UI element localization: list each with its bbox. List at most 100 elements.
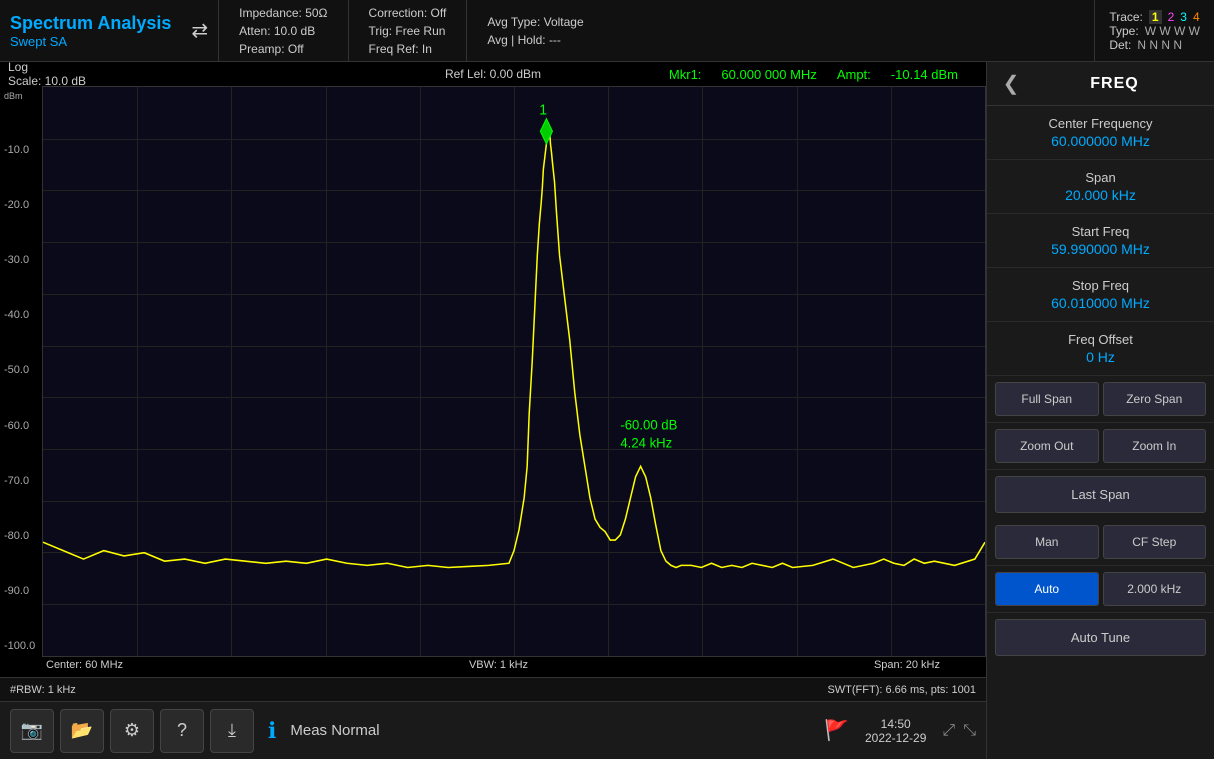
annotation-khz: 4.24 kHz xyxy=(620,435,672,450)
man-button[interactable]: Man xyxy=(995,525,1099,559)
zero-span-button[interactable]: Zero Span xyxy=(1103,382,1207,416)
trace-3: 3 xyxy=(1180,10,1187,24)
panel-title: FREQ xyxy=(1025,75,1204,93)
help-button[interactable]: ? xyxy=(160,709,204,753)
man-auto-row: Man CF Step xyxy=(987,519,1214,566)
settings-button[interactable]: ⚙ xyxy=(110,709,154,753)
scale-type: Log xyxy=(8,62,28,74)
sub-name: Swept SA xyxy=(10,34,171,49)
resize-icon: ⤡ xyxy=(963,722,976,740)
freq-offset-item[interactable]: Freq Offset 0 Hz xyxy=(987,322,1214,376)
panel-back-button[interactable]: ❮ xyxy=(997,70,1025,98)
ampt-label: Ampt: xyxy=(837,67,871,82)
trace-label: Trace: xyxy=(1109,10,1143,24)
sync-icon: ⇄ xyxy=(181,0,218,61)
cf-step-value: 2.000 kHz xyxy=(1103,572,1207,606)
marker-1-label: 1 xyxy=(539,102,547,118)
meas-normal-label: Meas Normal xyxy=(290,722,379,739)
freq-offset-label: Freq Offset xyxy=(999,332,1202,347)
y-label-80: -80.0 xyxy=(4,530,38,542)
date-display: 2022-12-29 xyxy=(865,731,926,745)
download-button[interactable]: ⤓ xyxy=(210,709,254,753)
auto-value-row: Auto 2.000 kHz xyxy=(987,566,1214,613)
preamp-label: Preamp: Off xyxy=(239,40,327,58)
chart-scale-type: Log Scale: 10.0 dB xyxy=(8,62,86,88)
y-label-30: -30.0 xyxy=(4,254,38,266)
trig-label: Trig: Free Run xyxy=(369,22,447,40)
center-freq-item[interactable]: Center Frequency 60.000000 MHz xyxy=(987,106,1214,160)
span-label: Span xyxy=(999,170,1202,185)
top-header: Spectrum Analysis Swept SA ⇄ Impedance: … xyxy=(0,0,1214,62)
full-span-button[interactable]: Full Span xyxy=(995,382,1099,416)
freq-ref-label: Freq Ref: In xyxy=(369,40,447,58)
trace-4: 4 xyxy=(1193,10,1200,24)
center-freq-value: 60.000000 MHz xyxy=(999,133,1202,149)
freq-offset-value: 0 Hz xyxy=(999,349,1202,365)
cf-step-label: CF Step xyxy=(1103,525,1207,559)
span-label: Span: 20 kHz xyxy=(874,659,940,675)
spectrum-svg: 1 -60.00 dB 4.24 kHz xyxy=(43,87,985,656)
folder-button[interactable]: 📂 xyxy=(60,709,104,753)
rbw-label: #RBW: 1 kHz xyxy=(10,684,76,696)
chart-bottom-bar: Center: 60 MHz VBW: 1 kHz Span: 20 kHz xyxy=(0,657,986,677)
chart-plot: 1 -60.00 dB 4.24 kHz xyxy=(42,86,986,657)
span-value: 20.000 kHz xyxy=(999,187,1202,203)
span-buttons-row: Full Span Zero Span xyxy=(987,376,1214,423)
zoom-out-button[interactable]: Zoom Out xyxy=(995,429,1099,463)
y-label-20: -20.0 xyxy=(4,199,38,211)
stop-freq-item[interactable]: Stop Freq 60.010000 MHz xyxy=(987,268,1214,322)
chart-plot-wrapper: dBm -10.0 -20.0 -30.0 -40.0 -50.0 -60.0 … xyxy=(0,86,986,657)
start-freq-label: Start Freq xyxy=(999,224,1202,239)
trace-section: Trace: 1 2 3 4 Type: W W W W Det: N N N … xyxy=(1094,0,1214,61)
toolbar: 📷 📂 ⚙ ? ⤓ ℹ Meas Normal 🚩 14:50 2022-12-… xyxy=(0,701,986,759)
spectrum-trace xyxy=(43,127,985,567)
start-freq-item[interactable]: Start Freq 59.990000 MHz xyxy=(987,214,1214,268)
last-span-button[interactable]: Last Span xyxy=(995,476,1206,513)
y-label-70: -70.0 xyxy=(4,475,38,487)
annotation-db: -60.00 dB xyxy=(620,417,677,432)
resize-icons: ⤢ ⤡ xyxy=(942,722,976,740)
ampt-value: -10.14 dBm xyxy=(891,67,958,82)
status-bar: #RBW: 1 kHz SWT(FFT): 6.66 ms, pts: 1001 xyxy=(0,677,986,701)
type-label: Type: xyxy=(1109,24,1138,38)
y-axis: dBm -10.0 -20.0 -30.0 -40.0 -50.0 -60.0 … xyxy=(0,86,42,657)
center-freq-label: Center Frequency xyxy=(999,116,1202,131)
mkr1-freq: 60.000 000 MHz xyxy=(721,67,816,82)
y-label-50: -50.0 xyxy=(4,364,38,376)
start-freq-value: 59.990000 MHz xyxy=(999,241,1202,257)
trace-1: 1 xyxy=(1149,10,1162,24)
atten-label: Atten: 10.0 dB xyxy=(239,22,327,40)
app-name: Spectrum Analysis xyxy=(10,13,171,34)
span-item[interactable]: Span 20.000 kHz xyxy=(987,160,1214,214)
impedance-section: Impedance: 50Ω Atten: 10.0 dB Preamp: Of… xyxy=(218,0,347,61)
panel-header: ❮ FREQ xyxy=(987,62,1214,106)
correction-section: Correction: Off Trig: Free Run Freq Ref:… xyxy=(348,0,467,61)
impedance-label: Impedance: 50Ω xyxy=(239,4,327,22)
main-area: Log Scale: 10.0 dB Ref Lel: 0.00 dBm Mkr… xyxy=(0,62,1214,759)
auto-tune-button[interactable]: Auto Tune xyxy=(995,619,1206,656)
panel-body: Center Frequency 60.000000 MHz Span 20.0… xyxy=(987,106,1214,759)
y-label-60: -60.0 xyxy=(4,420,38,432)
y-label-100: -100.0 xyxy=(4,640,38,652)
correction-label: Correction: Off xyxy=(369,4,447,22)
chart-container: Log Scale: 10.0 dB Ref Lel: 0.00 dBm Mkr… xyxy=(0,62,986,759)
zoom-in-button[interactable]: Zoom In xyxy=(1103,429,1207,463)
zoom-buttons-row: Zoom Out Zoom In xyxy=(987,423,1214,470)
marker-info: Mkr1: 60.000 000 MHz Ampt: -10.14 dBm xyxy=(669,67,958,82)
time-display: 14:50 xyxy=(881,717,911,731)
avg-section: Avg Type: Voltage Avg | Hold: --- xyxy=(466,0,603,61)
type-vals: W W W W xyxy=(1145,24,1200,38)
info-icon: ℹ xyxy=(268,718,276,744)
auto-button[interactable]: Auto xyxy=(995,572,1099,606)
y-label-90: -90.0 xyxy=(4,585,38,597)
datetime-display: 14:50 2022-12-29 xyxy=(865,717,926,745)
y-label-40: -40.0 xyxy=(4,309,38,321)
screenshot-button[interactable]: 📷 xyxy=(10,709,54,753)
det-label: Det: xyxy=(1109,38,1131,52)
det-vals: N N N N xyxy=(1137,38,1182,52)
app-title-section: Spectrum Analysis Swept SA xyxy=(0,0,181,61)
stop-freq-label: Stop Freq xyxy=(999,278,1202,293)
stop-freq-value: 60.010000 MHz xyxy=(999,295,1202,311)
marker-icon: 🚩 xyxy=(824,718,849,743)
trace-2: 2 xyxy=(1168,10,1175,24)
